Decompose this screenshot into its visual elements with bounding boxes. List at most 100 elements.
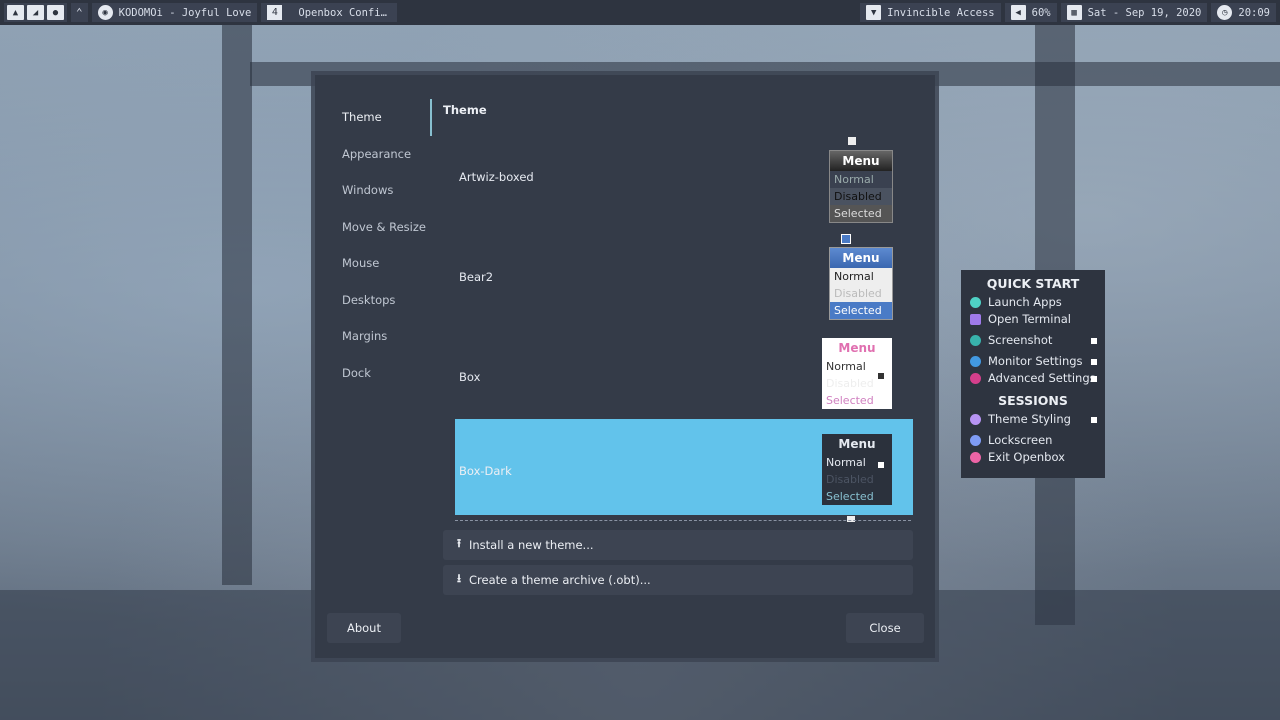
sidebar: Theme Appearance Windows Move & Resize M… xyxy=(327,95,437,387)
window-title: KODOMOi - Joyful Love xyxy=(118,6,252,19)
theme-row[interactable]: Bear2 Menu Normal Disabled Selected xyxy=(455,225,913,321)
theme-name: Box xyxy=(459,370,481,384)
gear-icon xyxy=(970,373,981,384)
palette-icon xyxy=(970,414,981,425)
workspace-indicator[interactable]: 4 xyxy=(261,3,289,22)
create-archive-label: Create a theme archive (.obt)... xyxy=(469,573,651,587)
list-bottom-divider xyxy=(455,520,911,521)
menu-item-label: Open Terminal xyxy=(988,312,1071,326)
preview-menu-title: Menu xyxy=(838,437,876,451)
time: 20:09 xyxy=(1238,6,1270,19)
sessions-title: SESSIONS xyxy=(998,393,1068,408)
preview-square-icon xyxy=(878,373,884,379)
volume-box[interactable]: ◀ 60% xyxy=(1004,3,1057,22)
preview-disabled: Disabled xyxy=(830,188,892,205)
sidebar-item-desktops[interactable]: Desktops xyxy=(327,278,437,315)
menu-toggle[interactable]: ⌃ xyxy=(71,3,88,22)
date-box[interactable]: ▦ Sat - Sep 19, 2020 xyxy=(1060,3,1208,22)
menu-item-launch-apps[interactable]: Launch Apps xyxy=(961,294,1105,311)
menu-item-monitor-settings[interactable]: Monitor Settings xyxy=(961,353,1105,370)
menu-item-label: Screenshot xyxy=(988,333,1053,347)
leaf-icon[interactable]: ● xyxy=(47,5,64,20)
install-theme-label: Install a new theme... xyxy=(469,538,594,552)
sidebar-item-appearance[interactable]: Appearance xyxy=(327,132,437,169)
submenu-indicator xyxy=(1091,338,1097,344)
menu-item-label: Launch Apps xyxy=(988,295,1062,309)
menu-item-screenshot[interactable]: Screenshot xyxy=(961,332,1105,349)
sidebar-item-theme[interactable]: Theme xyxy=(327,95,437,132)
submenu-indicator xyxy=(1091,376,1097,382)
menu-item-advanced-settings[interactable]: Advanced Settings xyxy=(961,370,1105,387)
wallpaper-frame-left xyxy=(222,25,252,585)
theme-preview: Menu Normal Disabled Selected xyxy=(822,434,892,505)
menu-item-lockscreen[interactable]: Lockscreen xyxy=(961,432,1105,449)
preview-selected: Selected xyxy=(826,490,874,503)
preview-button-icon xyxy=(841,234,851,244)
preview-square-icon xyxy=(878,462,884,468)
about-button[interactable]: About xyxy=(327,613,401,643)
theme-name: Bear2 xyxy=(459,270,494,284)
close-label: Close xyxy=(869,621,901,635)
close-button[interactable]: Close xyxy=(846,613,924,643)
clock-icon: ◷ xyxy=(1217,5,1233,20)
active-app-box[interactable]: Openbox Confi… xyxy=(288,3,397,22)
chevron-up-icon: ⌃ xyxy=(76,6,83,19)
date: Sat - Sep 19, 2020 xyxy=(1087,6,1202,19)
network-box[interactable]: ▼ Invincible Access xyxy=(860,3,1001,22)
preview-disabled: Disabled xyxy=(826,473,874,486)
theme-preview: Menu Normal Disabled Selected xyxy=(829,247,893,320)
download-icon: ⭳ xyxy=(456,570,462,585)
preview-selected: Selected xyxy=(826,394,874,407)
mountain-icon[interactable]: ▲ xyxy=(7,5,24,20)
theme-name: Artwiz-boxed xyxy=(459,170,534,184)
active-app: Openbox Confi… xyxy=(298,6,387,19)
sidebar-item-margins[interactable]: Margins xyxy=(327,314,437,351)
calendar-icon: ▦ xyxy=(1066,5,1082,20)
preview-normal: Normal xyxy=(834,270,874,283)
preview-menu-title: Menu xyxy=(830,248,892,268)
terminal-icon xyxy=(970,314,981,325)
create-archive-button[interactable]: ⭳ Create a theme archive (.obt)... xyxy=(443,565,913,595)
quick-start-menu: QUICK START Launch Apps Open Terminal Sc… xyxy=(961,270,1105,478)
menu-item-label: Lockscreen xyxy=(988,433,1053,447)
menu-item-label: Theme Styling xyxy=(988,412,1071,426)
menu-item-open-terminal[interactable]: Open Terminal xyxy=(961,311,1105,328)
sidebar-item-windows[interactable]: Windows xyxy=(327,168,437,205)
quick-start-title: QUICK START xyxy=(986,276,1080,291)
speaker-icon: ◀ xyxy=(1010,5,1026,20)
preview-normal: Normal xyxy=(830,171,892,188)
preview-menu-title: Menu xyxy=(838,341,876,355)
sidebar-active-indicator xyxy=(430,99,432,136)
wifi-icon: ▼ xyxy=(866,5,882,20)
install-theme-button[interactable]: ⭱ Install a new theme... xyxy=(443,530,913,560)
menu-item-theme-styling[interactable]: Theme Styling xyxy=(961,411,1105,428)
about-label: About xyxy=(346,621,381,635)
window-title-box[interactable]: ◉ KODOMOi - Joyful Love xyxy=(91,3,258,22)
theme-list: Artwiz-boxed Menu Normal Disabled Select… xyxy=(455,120,913,522)
preview-button-icon xyxy=(847,516,855,522)
theme-row-selected[interactable]: Box-Dark Menu Normal Disabled Selected xyxy=(455,419,913,522)
theme-name: Box-Dark xyxy=(459,464,512,478)
preview-menu-title: Menu xyxy=(830,151,892,171)
preview-selected: Selected xyxy=(830,205,892,222)
submenu-indicator xyxy=(1091,417,1097,423)
menu-item-label: Monitor Settings xyxy=(988,354,1083,368)
theme-row[interactable]: Box Menu Normal Disabled Selected xyxy=(455,325,913,421)
sidebar-item-mouse[interactable]: Mouse xyxy=(327,241,437,278)
terminal-icon[interactable]: ◢ xyxy=(27,5,44,20)
sidebar-item-dock[interactable]: Dock xyxy=(327,351,437,388)
search-icon xyxy=(970,297,981,308)
theme-preview: Menu Normal Disabled Selected xyxy=(829,150,893,223)
preview-selected: Selected xyxy=(830,302,892,319)
theme-row[interactable]: Artwiz-boxed Menu Normal Disabled Select… xyxy=(455,125,913,223)
menu-item-label: Exit Openbox xyxy=(988,450,1065,464)
workspace-number: 4 xyxy=(267,5,283,20)
clock-box[interactable]: ◷ 20:09 xyxy=(1211,3,1276,22)
page-title: Theme xyxy=(443,103,487,117)
menu-item-exit-openbox[interactable]: Exit Openbox xyxy=(961,449,1105,466)
sidebar-item-move-resize[interactable]: Move & Resize xyxy=(327,205,437,242)
workspace-buttons: ▲ ◢ ● xyxy=(4,3,67,22)
music-icon: ◉ xyxy=(97,5,113,20)
volume-level: 60% xyxy=(1031,6,1051,19)
upload-icon: ⭱ xyxy=(456,535,462,550)
